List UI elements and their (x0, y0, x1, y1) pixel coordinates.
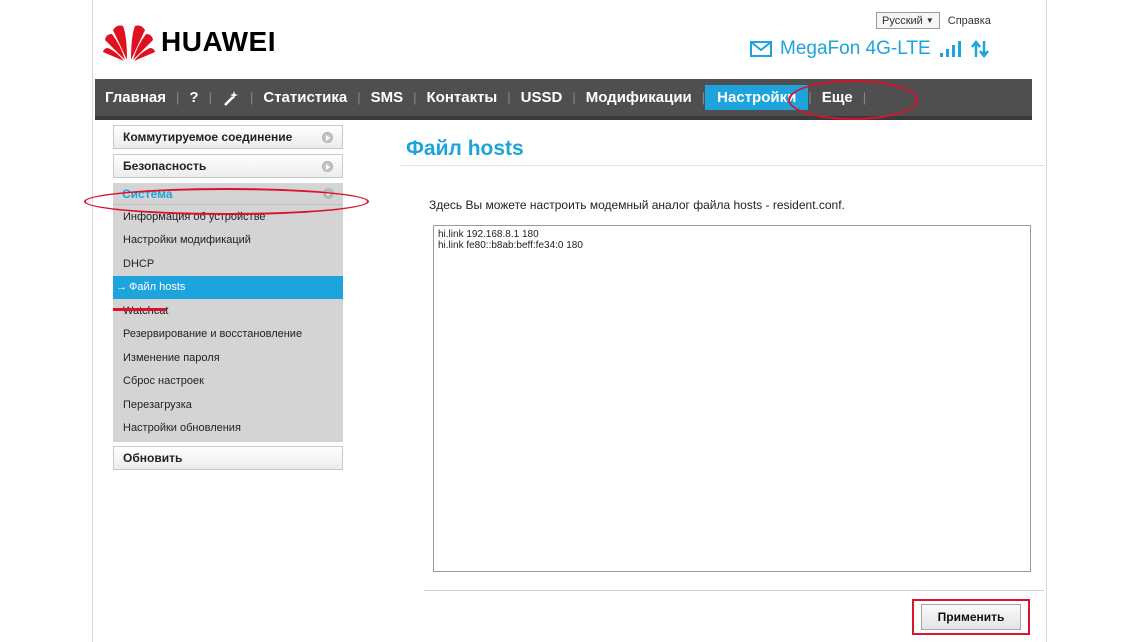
sidebar-item-refresh[interactable]: Обновить (113, 446, 343, 470)
hosts-file-underline (113, 308, 166, 311)
page: Русский ▼ Справка HUAWEI MegaFon 4G-LTE (0, 0, 1131, 642)
sidebar-group-label: Система (122, 186, 173, 201)
sidebar-item-security[interactable]: Безопасность (113, 154, 343, 178)
nav-contacts[interactable]: Контакты (417, 79, 508, 116)
sidebar-group-system: Система Информация об устройстве Настрой… (113, 183, 343, 442)
sidebar-subitem-dhcp[interactable]: DHCP (113, 252, 343, 276)
nav-separator: | (862, 90, 867, 105)
nav-sms[interactable]: SMS (361, 79, 414, 116)
apply-highlight-box: Применить (912, 599, 1030, 635)
arrow-right-icon: → (116, 281, 127, 294)
hosts-textarea[interactable]: hi.link 192.168.8.1 180 hi.link fe80::b8… (433, 225, 1031, 572)
sidebar-subitem-label: Файл hosts (129, 281, 186, 294)
operator-status: MegaFon 4G-LTE (750, 38, 989, 60)
nav-modifications[interactable]: Модификации (576, 79, 702, 116)
sidebar-subitem-reboot[interactable]: Перезагрузка (113, 393, 343, 417)
sidebar-subitem-watchcat[interactable]: Watchcat (113, 299, 343, 323)
language-select[interactable]: Русский ▼ (876, 12, 940, 29)
brand-name: HUAWEI (161, 26, 276, 57)
sidebar: Коммутируемое соединение Безопасность Си… (113, 125, 343, 470)
page-title: Файл hosts (406, 137, 524, 160)
sidebar-item-dialup[interactable]: Коммутируемое соединение (113, 125, 343, 149)
nav-statistics[interactable]: Статистика (253, 79, 357, 116)
page-description: Здесь Вы можете настроить модемный анало… (429, 198, 845, 212)
huawei-logo: HUAWEI (103, 22, 276, 62)
sidebar-subitem-backup[interactable]: Резервирование и восстановление (113, 323, 343, 347)
chevron-down-icon: ▼ (925, 16, 934, 25)
chevron-right-icon (322, 160, 333, 172)
top-utility-bar: Русский ▼ Справка (876, 12, 991, 29)
page-right-border (1046, 0, 1047, 642)
nav-ussd[interactable]: USSD (511, 79, 573, 116)
bottom-divider (424, 590, 1044, 591)
nav-home[interactable]: Главная (95, 79, 176, 116)
sidebar-item-system[interactable]: Система (113, 183, 343, 205)
huawei-flower-icon (103, 25, 155, 61)
sidebar-subitem-reset[interactable]: Сброс настроек (113, 370, 343, 394)
envelope-icon[interactable] (750, 41, 772, 57)
chevron-right-icon (322, 131, 333, 143)
sidebar-subitem-device-info[interactable]: Информация об устройстве (113, 205, 343, 229)
nav-more[interactable]: Еще (812, 79, 863, 116)
apply-button[interactable]: Применить (921, 604, 1021, 630)
nav-settings[interactable]: Настройки (705, 85, 809, 110)
sidebar-subitem-hosts-file[interactable]: → Файл hosts (113, 275, 343, 299)
page-left-border (92, 0, 93, 642)
sidebar-subitem-mod-settings[interactable]: Настройки модификаций (113, 229, 343, 253)
help-link[interactable]: Справка (948, 15, 991, 27)
data-transfer-icon (970, 40, 989, 58)
nav-help[interactable]: ? (179, 79, 208, 116)
sidebar-subitem-update-settings[interactable]: Настройки обновления (113, 417, 343, 441)
operator-name: MegaFon 4G-LTE (780, 38, 931, 59)
language-value: Русский (882, 14, 923, 27)
sidebar-item-label: Коммутируемое соединение (123, 130, 293, 144)
sidebar-subitem-password[interactable]: Изменение пароля (113, 346, 343, 370)
chevron-down-icon (323, 188, 334, 199)
main-nav: Главная | ? | | Статистика | SMS | Конта… (95, 79, 1032, 120)
nav-wizard[interactable] (212, 79, 250, 116)
title-divider (400, 165, 1045, 166)
sidebar-item-label: Безопасность (123, 159, 207, 173)
signal-strength-icon (939, 41, 961, 57)
wizard-icon (224, 90, 238, 106)
